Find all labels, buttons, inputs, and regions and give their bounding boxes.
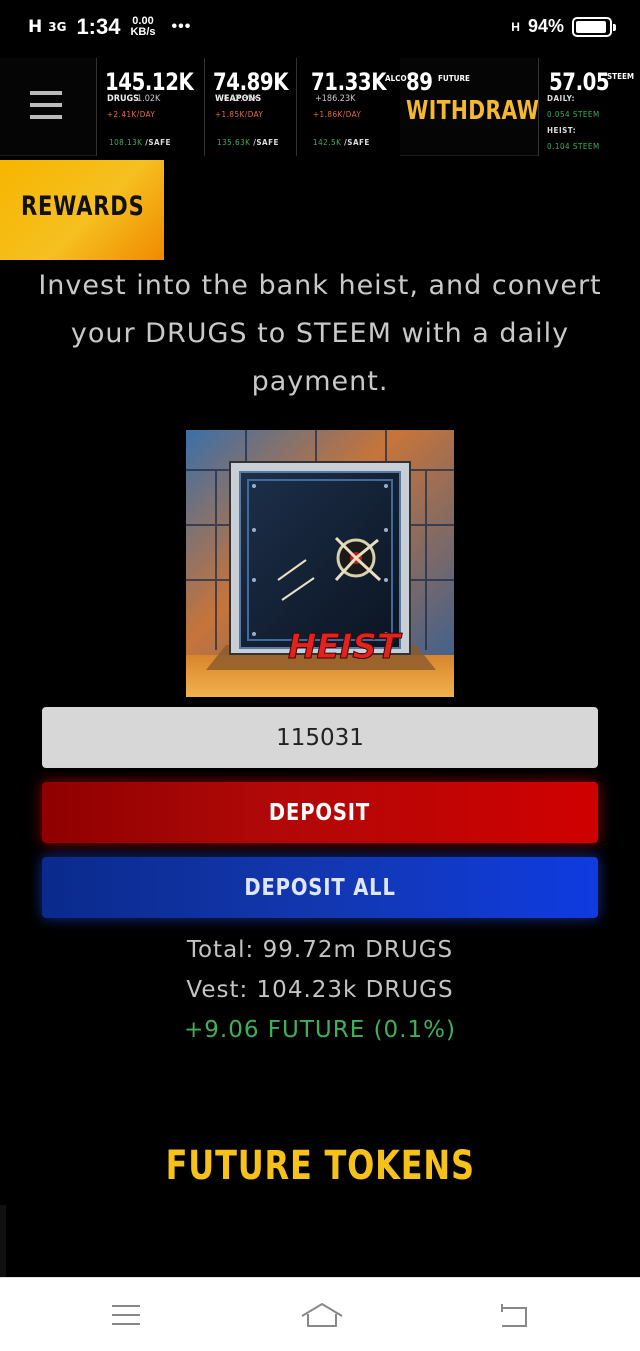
weapons-resource[interactable]: 74.89K WEAPONS +42.35K +1.85K/DAY 135.63… xyxy=(204,58,296,156)
drugs-extra: 1.02K xyxy=(137,94,161,104)
clock: 1:34 xyxy=(76,14,121,39)
hamburger-menu-icon[interactable] xyxy=(30,91,62,119)
rewards-tab-label: REWARDS xyxy=(21,191,145,222)
alcohol-safe: 142.5K /SAFE xyxy=(313,138,370,147)
resource-header: 145.12K DRUGS 1.02K +2.41K/DAY 108.13K /… xyxy=(0,58,640,156)
future-stat: +9.06 FUTURE (0.1%) xyxy=(184,1017,456,1043)
network-type-icon: H xyxy=(511,19,520,34)
future-value: 89 xyxy=(406,68,433,96)
steem-value: 57.05 xyxy=(549,68,610,96)
steem-resource[interactable]: 57.05 STEEM DAILY: 0.054 STEEM HEIST: 0.… xyxy=(538,58,640,156)
future-tokens-title: FUTURE TOKENS xyxy=(165,1143,475,1189)
daily-value: 0.054 STEEM xyxy=(547,110,600,119)
heist-vault-image: HEIST xyxy=(186,430,454,697)
heist-value: 0.104 STEEM xyxy=(547,142,600,151)
withdraw-button[interactable]: WITHDRAW xyxy=(406,96,539,126)
deposit-all-button[interactable]: DEPOSIT ALL xyxy=(42,857,598,918)
drugs-safe: 108.13K /SAFE xyxy=(109,138,171,147)
rewards-tab[interactable]: REWARDS xyxy=(0,160,164,260)
home-icon[interactable] xyxy=(300,1300,344,1330)
mobile-data-icon: 3G xyxy=(48,20,67,34)
weapons-rate: +1.85K/DAY xyxy=(215,110,264,119)
drugs-value: 145.12K xyxy=(105,68,194,96)
alcohol-extra: +186.23K xyxy=(315,94,356,104)
heist-label: HEIST: xyxy=(547,126,577,135)
drugs-resource[interactable]: 145.12K DRUGS 1.02K +2.41K/DAY 108.13K /… xyxy=(96,58,204,156)
drugs-label: DRUGS xyxy=(107,94,140,104)
system-navigation-bar xyxy=(0,1277,640,1351)
scroll-edge xyxy=(0,1205,6,1277)
alcohol-value: 71.33K xyxy=(311,68,387,96)
weapons-value: 74.89K xyxy=(213,68,289,96)
drugs-rate: +2.41K/DAY xyxy=(107,110,156,119)
heist-description: Invest into the bank heist, and convert … xyxy=(38,270,602,397)
alcohol-resource[interactable]: 71.33K ALCO +186.23K +1.86K/DAY 142.5K /… xyxy=(296,58,407,156)
network-speed: 0.00 KB/s xyxy=(130,15,156,38)
heist-stats: Total: 99.72m DRUGS Vest: 104.23k DRUGS … xyxy=(0,930,640,1050)
battery-icon xyxy=(572,16,616,37)
signal-icon: H xyxy=(28,17,43,37)
status-bar: H 3G 1:34 0.00 KB/s ••• H 94% xyxy=(0,0,640,58)
future-label: FUTURE xyxy=(438,74,470,83)
heist-logo-text: HEIST xyxy=(288,627,403,667)
more-notifications-icon: ••• xyxy=(171,18,192,35)
deposit-button[interactable]: DEPOSIT xyxy=(42,782,598,843)
vest-stat: Vest: 104.23k DRUGS xyxy=(186,977,454,1003)
total-stat: Total: 99.72m DRUGS xyxy=(186,937,454,963)
weapons-extra: +42.35K xyxy=(223,94,259,104)
weapons-safe: 135.63K /SAFE xyxy=(217,138,279,147)
recent-apps-icon[interactable] xyxy=(108,1300,144,1330)
back-icon[interactable] xyxy=(496,1300,532,1330)
alcohol-rate: +1.86K/DAY xyxy=(313,110,362,119)
daily-label: DAILY: xyxy=(547,94,575,103)
battery-percent: 94% xyxy=(527,16,564,36)
deposit-amount-input[interactable] xyxy=(42,707,598,768)
steem-label: STEEM xyxy=(607,72,635,81)
